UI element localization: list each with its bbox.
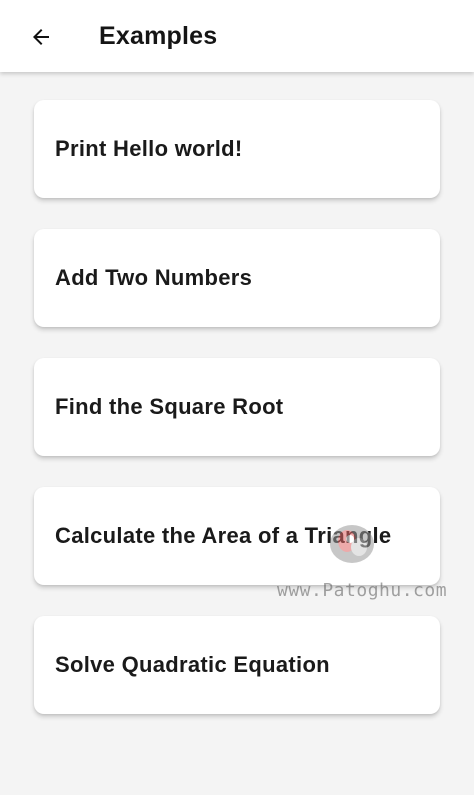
watermark-text: www.Patoghu.com <box>277 580 448 601</box>
app-bar: Examples <box>0 0 474 72</box>
example-card-triangle-area[interactable]: Calculate the Area of a Triangle <box>34 487 440 585</box>
example-card-add-two-numbers[interactable]: Add Two Numbers <box>34 229 440 327</box>
examples-list: Print Hello world! Add Two Numbers Find … <box>34 100 440 745</box>
example-label: Print Hello world! <box>55 136 243 161</box>
arrow-left-icon <box>33 29 49 45</box>
example-card-quadratic-equation[interactable]: Solve Quadratic Equation <box>34 616 440 714</box>
example-label: Solve Quadratic Equation <box>55 652 330 677</box>
example-label: Find the Square Root <box>55 394 284 419</box>
back-button[interactable] <box>22 18 60 56</box>
example-label: Add Two Numbers <box>55 265 253 290</box>
example-card-hello-world[interactable]: Print Hello world! <box>34 100 440 198</box>
example-card-square-root[interactable]: Find the Square Root <box>34 358 440 456</box>
watermark-logo <box>330 525 374 563</box>
page-title: Examples <box>99 22 218 50</box>
